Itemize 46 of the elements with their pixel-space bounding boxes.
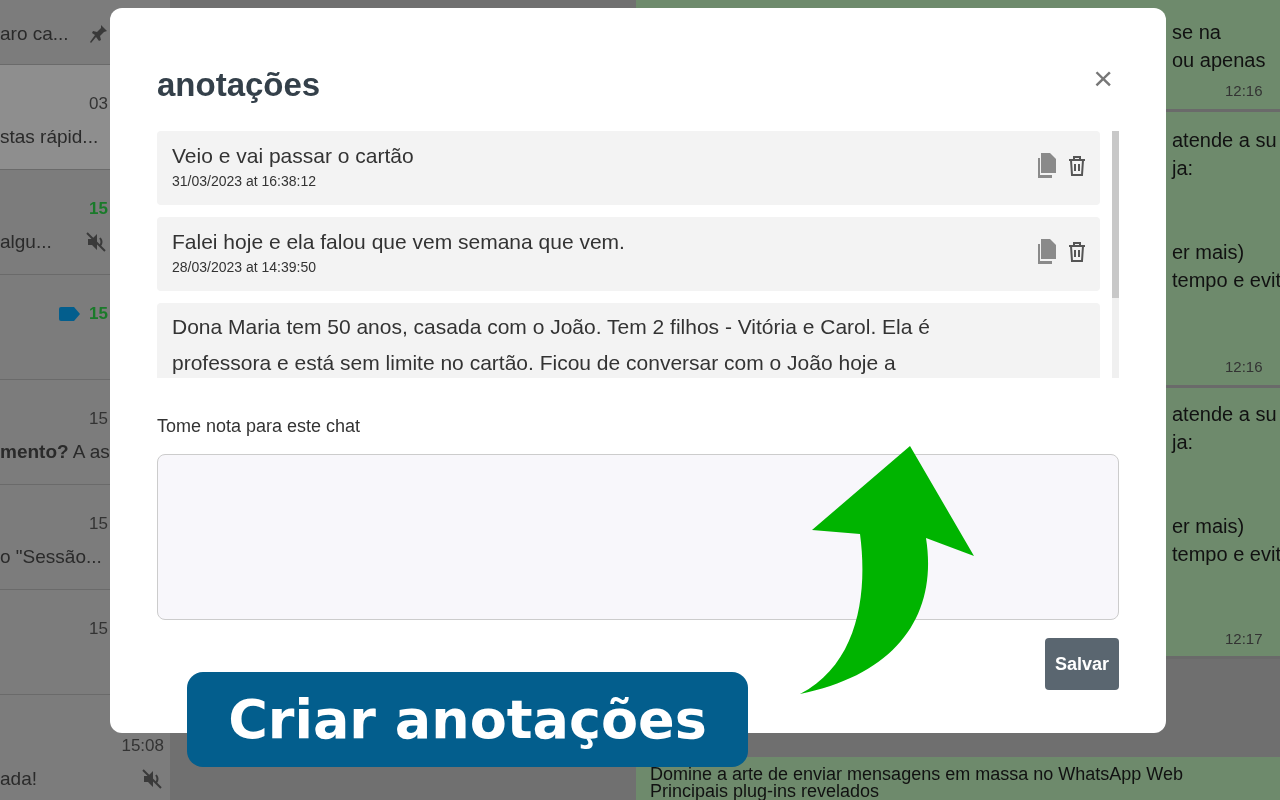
chat-time: 15 [89, 618, 108, 641]
chat-time: 15 [89, 408, 108, 431]
muted-speaker-icon [86, 232, 108, 252]
chat-time: 15:08 [121, 735, 164, 758]
chat-time: 15 [89, 303, 108, 326]
trash-icon[interactable] [1068, 156, 1086, 176]
message-text: Principais plug-ins revelados [650, 783, 880, 800]
chat-time: 15 [89, 513, 108, 536]
save-button[interactable]: Salvar [1044, 638, 1119, 690]
message-time: 12:16 [1225, 357, 1263, 377]
message-time: 12:16 [1225, 81, 1263, 102]
chat-preview: algu... [0, 229, 52, 254]
message-text: ou apenas [1172, 48, 1267, 73]
message-text: ja: [1172, 155, 1195, 181]
scrollbar-thumb[interactable] [1112, 131, 1119, 298]
message-text: se na [1172, 20, 1222, 45]
message-text: er mais) [1172, 239, 1246, 265]
pin-icon [90, 24, 108, 44]
copy-icon[interactable] [1036, 239, 1058, 265]
note-date: 31/03/2023 at 16:38:12 [172, 172, 318, 191]
message-text: atende a su [1172, 401, 1278, 427]
trash-icon[interactable] [1068, 242, 1086, 262]
close-button[interactable]: × [1093, 61, 1113, 95]
chat-time: 15 [89, 198, 108, 221]
chat-preview: mento? A as [0, 439, 110, 464]
message-time: 12:17 [1225, 628, 1263, 649]
message-text: tempo e evit [1172, 267, 1280, 293]
message-text: tempo e evit [1172, 541, 1280, 567]
chat-preview: stas rápid... [0, 124, 99, 149]
chat-time: 03 [89, 93, 108, 116]
message-text: ja: [1172, 429, 1195, 455]
chat-preview: aro ca... [0, 21, 69, 46]
message-text: atende a su [1172, 127, 1278, 153]
message-text: er mais) [1172, 513, 1246, 539]
muted-speaker-icon [142, 769, 164, 789]
banner: Criar anotações [187, 672, 748, 767]
chat-preview: ada! [0, 766, 37, 791]
note-input-field[interactable] [157, 454, 1119, 620]
chat-preview: o "Sessão... [0, 544, 102, 569]
note-text: Falei hoje e ela falou que vem semana que vem. [172, 229, 626, 255]
note-text: Veio e vai passar o cartão [172, 143, 415, 169]
note-date: 28/03/2023 at 14:39:50 [172, 258, 318, 277]
note-text: Dona Maria tem 50 anos, casada com o João. Tem 2 filhos - Vitória e Carol. Ela é professora e está sem limite no cartão. Ficou de conversar com o João hoje a [172, 314, 931, 376]
message-text: Domine a arte de enviar mensagens em massa no WhatsApp Web [650, 766, 1184, 783]
label-tag-icon [59, 307, 82, 321]
copy-icon[interactable] [1036, 153, 1058, 179]
